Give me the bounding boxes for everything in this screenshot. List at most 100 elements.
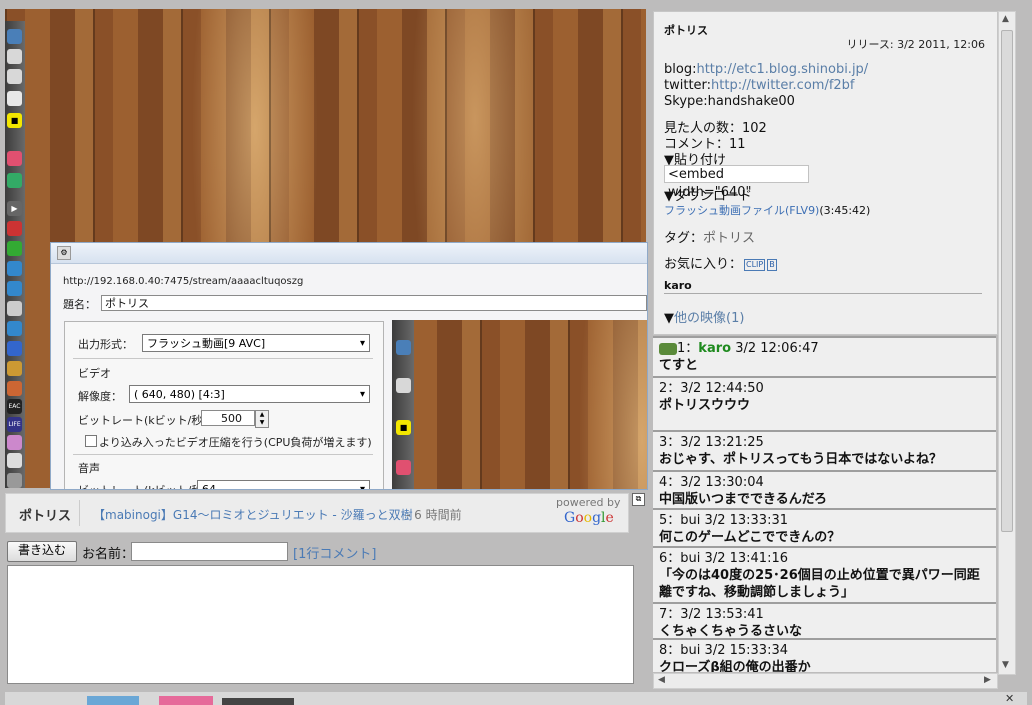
clip-icon[interactable]: CLIP: [744, 258, 766, 271]
thumbnail[interactable]: [159, 696, 213, 705]
video-title: ポトリス: [19, 509, 72, 524]
comment-text: おじゃす、ポトリスってもう日本ではないよね？: [659, 452, 943, 467]
submit-comment-button[interactable]: 書き込む: [7, 541, 77, 562]
other-videos-arrow: ▼: [664, 311, 674, 326]
scroll-down-arrow[interactable]: ▼: [1002, 660, 1009, 670]
related-video-link[interactable]: 【mabinogi】G14～ロミオとジュリエット - 沙羅っと双樹: [93, 506, 413, 523]
title-input[interactable]: ポトリス: [101, 295, 647, 311]
comment-time: 3/2 13:21:25: [680, 435, 764, 450]
app-icon: [7, 341, 22, 356]
bitrate-stepper[interactable]: ▲ ▼: [255, 410, 269, 428]
app-icon: ■: [7, 113, 22, 128]
window-titlebar: ⚙: [51, 243, 647, 264]
globe-icon: [7, 261, 22, 276]
app-icon: [7, 435, 22, 450]
comment-user: bui: [680, 551, 701, 566]
app-icon: [7, 321, 22, 336]
app-icon: [7, 91, 22, 106]
scroll-right-arrow[interactable]: ▶: [984, 675, 991, 685]
comment-header: 7：3/2 13:53:41: [659, 607, 764, 622]
comment-time: 3/2 13:53:41: [680, 607, 764, 622]
comment-text: てすと: [659, 358, 699, 373]
scrollbar-thumb[interactable]: [1001, 30, 1013, 532]
horizontal-scrollbar[interactable]: ◀ ▶: [653, 673, 998, 689]
thumbnail[interactable]: [222, 698, 294, 705]
related-time-ago: - 6 時間前: [406, 508, 462, 522]
oneline-comment-link[interactable]: [1行コメント]: [293, 543, 376, 562]
comment-user: bui: [680, 513, 701, 528]
app-icon: [7, 49, 22, 64]
bitrate-input[interactable]: 500: [201, 410, 255, 426]
scroll-left-arrow[interactable]: ◀: [658, 675, 665, 685]
resolution-select[interactable]: ( 640, 480) [4:3]: [129, 385, 370, 403]
comment-textarea[interactable]: [7, 565, 634, 684]
video-section-label: ビデオ: [78, 367, 111, 380]
download-row: フラッシュ動画ファイル(FLV9)(3:45:42): [664, 202, 870, 218]
app-icon: [396, 378, 411, 393]
bitrate-label: ビットレート(kビット/秒)：: [78, 414, 218, 427]
other-videos-row: ▼他の映像(1): [664, 307, 744, 326]
skype-id: Skype:handshake00: [664, 94, 795, 109]
close-icon[interactable]: ✕: [1005, 692, 1014, 705]
app-icon: [7, 473, 22, 488]
twitter-link[interactable]: http://twitter.com/f2bf: [711, 78, 854, 93]
eac-icon: EAC: [7, 399, 22, 414]
flv-download-link[interactable]: フラッシュ動画ファイル(FLV9): [664, 204, 819, 217]
comment-form: 書き込む お名前： [1行コメント]: [5, 540, 645, 685]
tag-link[interactable]: ポトリス: [703, 231, 755, 246]
tag-row: タグ：ポトリス: [664, 227, 755, 246]
comment-num: 6: [659, 551, 668, 566]
thumbnail[interactable]: [87, 696, 139, 705]
comment-num: 1: [677, 341, 686, 356]
comment-list: 1：karo 3/2 12:06:47 てすと 2：3/2 12:44:50 ポ…: [653, 336, 996, 672]
app-icon: ▶: [7, 201, 22, 216]
comment-num: 8: [659, 643, 668, 658]
desktop-dock: ■ ▶ EAC LIFE: [5, 21, 25, 488]
uploader-name: karo: [664, 279, 692, 292]
comment-user: bui: [680, 643, 701, 658]
comment-header: 6：bui 3/2 13:41:16: [659, 551, 788, 566]
app-icon: ■: [396, 420, 411, 435]
comment-text: ポトリスウウウ: [659, 398, 751, 413]
comment-num: 5: [659, 513, 668, 528]
globe-icon: [7, 281, 22, 296]
list-item: 5：bui 3/2 13:33:31 何このゲームどこでできんの？: [653, 508, 996, 546]
blog-link[interactable]: http://etc1.blog.shinobi.jp/: [696, 62, 868, 77]
comment-text: 中国版いつまでできるんだろ: [659, 492, 827, 507]
resolution-label: 解像度：: [78, 390, 122, 403]
panel-title: ポトリス: [664, 24, 708, 37]
popout-icon[interactable]: ⧉: [632, 493, 645, 506]
comment-header: 4：3/2 13:30:04: [659, 475, 764, 490]
output-format-label: 出力形式：: [78, 338, 133, 351]
vertical-scrollbar[interactable]: ▲ ▼: [998, 11, 1016, 675]
divider: [73, 454, 373, 455]
comment-num: 4: [659, 475, 668, 490]
list-item: 8：bui 3/2 15:33:34 クローズβ組の俺の出番か: [653, 638, 996, 672]
comment-text: 「今のは40度の25･26個目の止め位置で異パワー同距離ですね、移動調節しましょ…: [659, 568, 980, 600]
list-item: 4：3/2 13:30:04 中国版いつまでできるんだろ: [653, 470, 996, 508]
name-input[interactable]: [131, 542, 288, 561]
comment-num: 7: [659, 607, 668, 622]
compress-label: より込み入ったビデオ圧縮を行う(CPU負荷が増えます): [99, 436, 372, 449]
compress-checkbox[interactable]: [85, 435, 97, 447]
app-icon: [7, 221, 22, 236]
comment-user: karo: [698, 341, 732, 356]
comment-text: クローズβ組の俺の出番か: [659, 660, 811, 672]
embed-code-field[interactable]: <embed width="640": [664, 165, 809, 200]
audio-bitrate-select[interactable]: 64: [197, 480, 370, 489]
lips-icon: [396, 460, 411, 475]
download-duration: (3:45:42): [819, 204, 871, 217]
other-videos-link[interactable]: 他の映像(1): [674, 311, 744, 326]
google-logo: Google: [564, 510, 614, 526]
scroll-up-arrow[interactable]: ▲: [1002, 14, 1009, 24]
comment-time: 3/2 15:33:34: [704, 643, 788, 658]
settings-group: 出力形式： フラッシュ動画[9 AVC] ビデオ 解像度： ( 640, 480…: [64, 321, 384, 489]
bookmark-icon[interactable]: B: [767, 258, 777, 271]
audio-section-label: 音声: [78, 462, 100, 475]
tag-label: タグ：: [664, 231, 704, 246]
divider: [664, 293, 982, 294]
output-format-select[interactable]: フラッシュ動画[9 AVC]: [142, 334, 370, 352]
encoder-window: ⚙ http://192.168.0.40:7475/stream/aaaacl…: [50, 242, 648, 490]
stream-url: http://192.168.0.40:7475/stream/aaaacltu…: [63, 276, 304, 287]
comment-header: 3：3/2 13:21:25: [659, 435, 764, 450]
